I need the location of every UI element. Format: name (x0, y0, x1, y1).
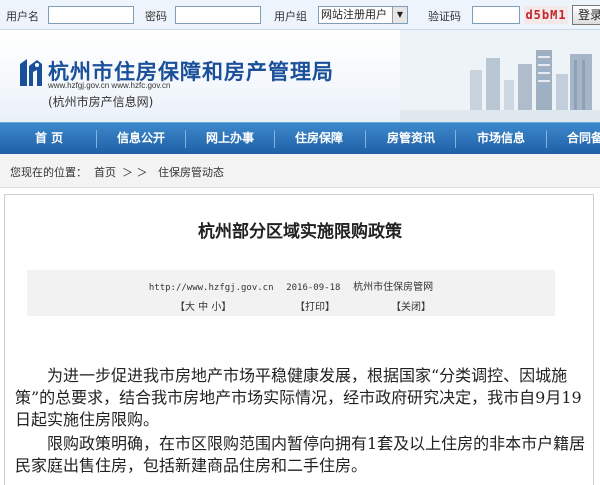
article-date: 2016-09-18 (286, 283, 341, 293)
group-select[interactable]: 网站注册用户 ▼ (318, 6, 408, 24)
bureau-logo-icon (20, 59, 42, 86)
article-body: 为进一步促进我市房地产市场平稳健康发展，根据国家“分类调控、因城施策”的总要求，… (15, 365, 587, 479)
breadcrumb-section-link[interactable]: 住保房管动态 (158, 164, 224, 180)
username-input[interactable] (48, 6, 134, 24)
breadcrumb-home-link[interactable]: 首页 (94, 164, 116, 180)
nav-item-market-info[interactable]: 市场信息 (477, 123, 525, 154)
nav-item-housing-security[interactable]: 住房保障 (295, 123, 343, 154)
main-nav: 首 页 信息公开 网上办事 住房保障 房管资讯 市场信息 合同备 (0, 122, 600, 154)
nav-divider (546, 130, 547, 148)
article-source-line: http://www.hzfgj.gov.cn 2016-09-18 杭州市住保… (27, 278, 555, 293)
site-subtitle: (杭州市房产信息网) (48, 95, 154, 109)
nav-item-info-disclosure[interactable]: 信息公开 (117, 123, 165, 154)
site-urls: www.hzfgj.gov.cn www.hzfc.gov.cn (48, 81, 171, 90)
article-paragraph: 限购政策明确，在市区限购范围内暂停向拥有1套及以上住房的非本市户籍居民家庭出售住… (15, 434, 586, 475)
breadcrumb-prefix: 您现在的位置： (10, 166, 87, 179)
print-link[interactable]: 【打印】 (295, 298, 335, 313)
article-source-url: http://www.hzfgj.gov.cn (148, 283, 274, 293)
close-link[interactable]: 【关闭】 (391, 298, 431, 313)
group-label: 用户组 (274, 10, 307, 23)
font-size-toggle[interactable]: 【大 中 小】 (175, 298, 231, 313)
nav-divider (185, 130, 186, 148)
breadcrumb: 您现在的位置： 首页 ＞ ＞ 住保房管动态 (0, 154, 600, 188)
chevron-down-icon: ▼ (392, 7, 407, 23)
password-input[interactable] (175, 6, 261, 24)
site-header: 杭州市住房保障和房产管理局 www.hzfgj.gov.cn www.hzfc.… (0, 30, 600, 122)
nav-item-online-services[interactable]: 网上办事 (206, 123, 254, 154)
breadcrumb-separator: ＞ ＞ (122, 166, 148, 179)
nav-item-contract-filing[interactable]: 合同备 (567, 123, 600, 154)
nav-divider (96, 130, 97, 148)
article-meta: http://www.hzfgj.gov.cn 2016-09-18 杭州市住保… (27, 270, 555, 316)
nav-item-home[interactable]: 首 页 (35, 123, 63, 154)
username-label: 用户名 (6, 10, 39, 23)
city-skyline-image (400, 30, 600, 122)
article-panel: 杭州部分区域实施限购政策 http://www.hzfgj.gov.cn 201… (4, 194, 594, 485)
nav-item-housing-news[interactable]: 房管资讯 (387, 123, 435, 154)
article-publisher: 杭州市住保房管网 (353, 282, 434, 293)
captcha-label: 验证码 (428, 10, 461, 23)
captcha-input[interactable] (472, 6, 520, 24)
article-paragraph: 为进一步促进我市房地产市场平稳健康发展，根据国家“分类调控、因城施策”的总要求，… (15, 366, 582, 429)
article-title: 杭州部分区域实施限购政策 (198, 222, 402, 242)
nav-divider (274, 130, 275, 148)
captcha-image[interactable]: d5bM1 (524, 6, 568, 24)
password-label: 密码 (145, 10, 167, 23)
nav-divider (365, 130, 366, 148)
nav-divider (455, 130, 456, 148)
group-select-value: 网站注册用户 (321, 8, 387, 21)
login-button[interactable]: 登录 (572, 5, 600, 25)
login-bar: 用户名 密码 用户组 网站注册用户 ▼ 验证码 d5bM1 登录 (0, 0, 600, 30)
